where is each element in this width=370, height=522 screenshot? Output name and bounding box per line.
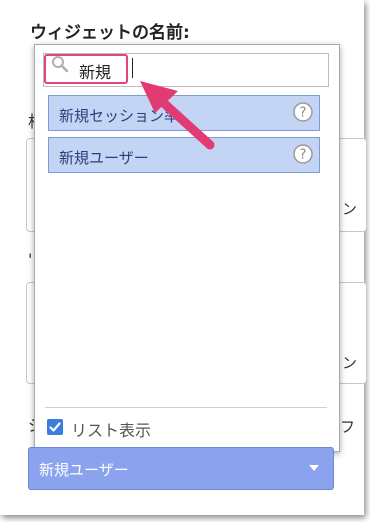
background-fragment: フ [340,418,356,436]
metric-select[interactable]: 新規ユーザー [28,447,334,490]
option-label: 新規ユーザー [59,149,149,167]
background-fragment: ン [342,200,358,218]
text-cursor [132,58,133,78]
background-label-fragment: ' [28,250,33,269]
svg-text:?: ? [300,106,307,121]
select-value: 新規ユーザー [39,461,129,479]
help-icon[interactable]: ? [293,102,313,122]
widget-editor-panel: ウィジェットの名前: 相 ン ' ン ジ フ 新規 新規セッション率 ? 新規ユ… [0,0,367,515]
chevron-down-icon [309,465,319,471]
metric-dropdown-popup: 新規 新規セッション率 ? 新規ユーザー ? リスト表示 [34,44,340,452]
help-icon[interactable]: ? [293,144,313,164]
list-display-label: リスト表示 [71,421,152,440]
widget-name-label: ウィジェットの名前: [30,23,190,43]
svg-text:?: ? [300,148,307,163]
option-new-users[interactable]: 新規ユーザー ? [48,137,320,173]
option-label: 新規セッション率 [59,107,180,125]
highlight-annotation [44,54,128,84]
list-display-checkbox[interactable] [47,419,63,435]
option-new-session-rate[interactable]: 新規セッション率 ? [48,95,320,131]
background-fragment: ン [342,354,358,372]
divider [45,407,327,408]
